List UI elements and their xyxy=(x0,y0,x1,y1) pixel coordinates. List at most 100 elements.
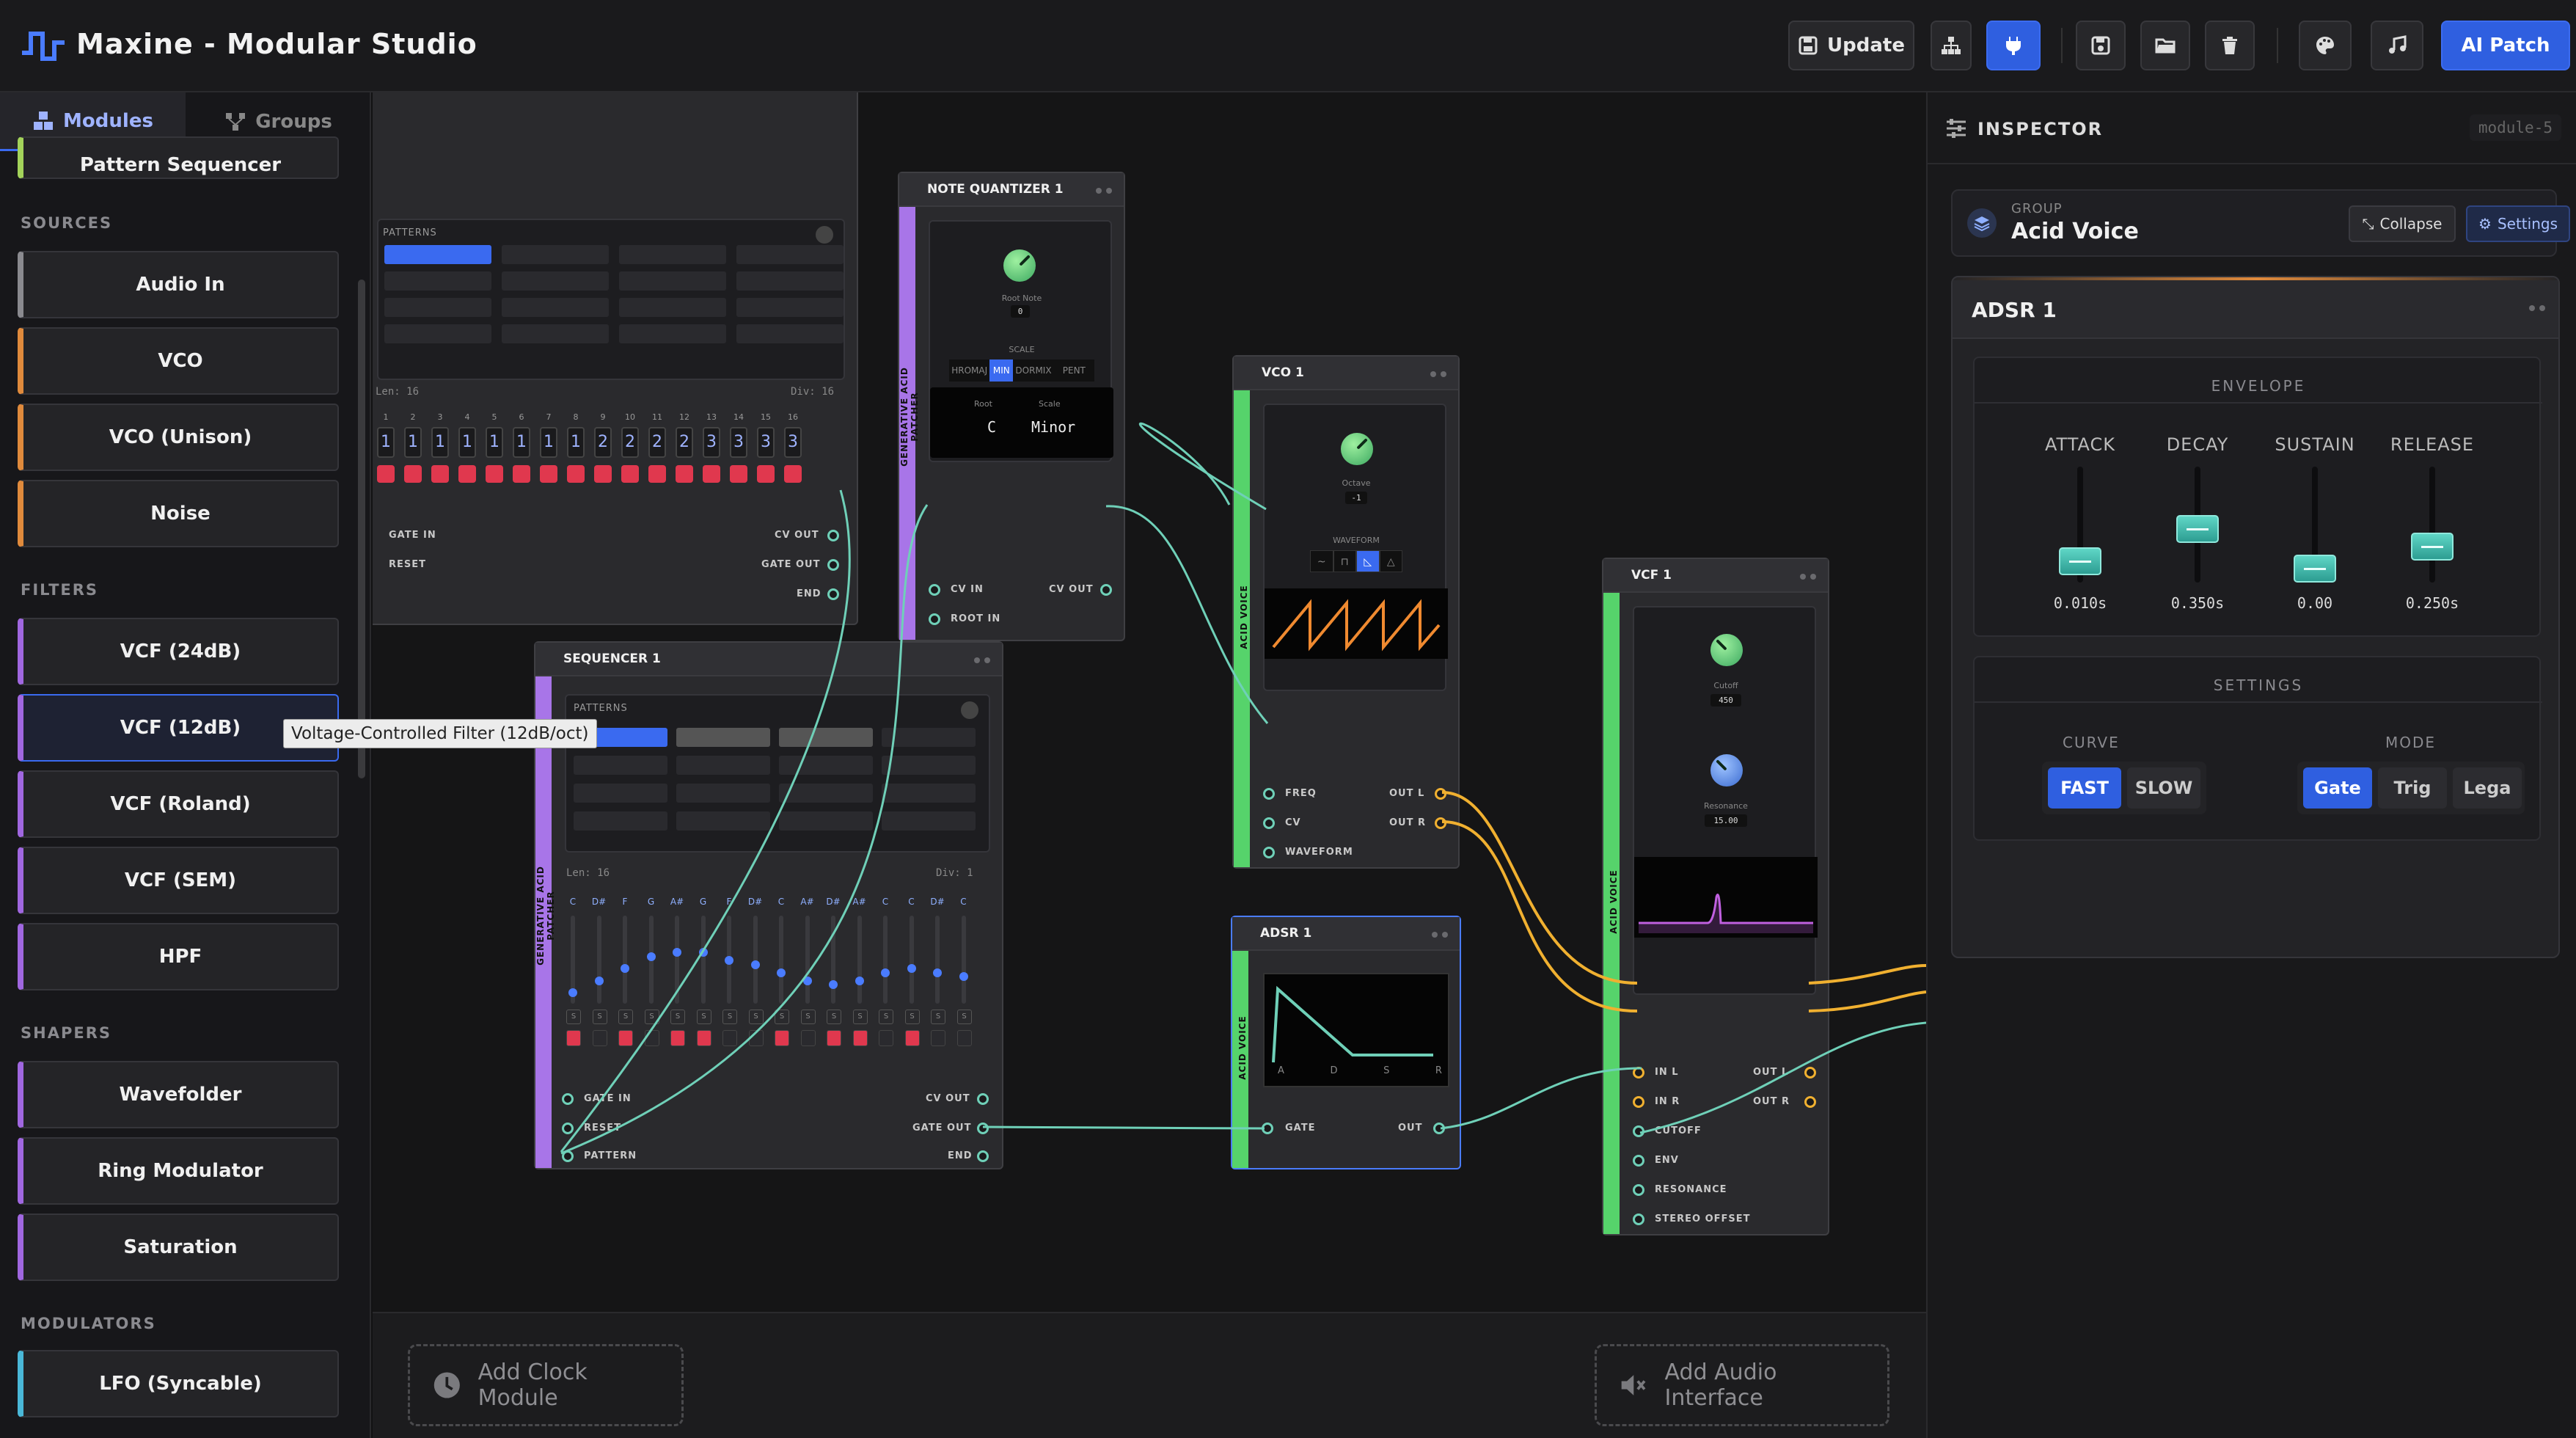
pattern-slot[interactable] xyxy=(384,245,491,264)
pattern-slot[interactable] xyxy=(619,324,726,343)
node-vco[interactable]: ACID VOICE VCO 1 Octave -1 WAVEFORM ~ ⊓ ◺ △… xyxy=(1232,355,1460,869)
cutoff-knob[interactable] xyxy=(1710,634,1743,666)
pattern-slot[interactable] xyxy=(882,728,976,747)
save-button[interactable] xyxy=(2076,21,2126,70)
node-title[interactable]: VCO 1 xyxy=(1234,357,1458,390)
theme-button[interactable] xyxy=(2299,21,2352,70)
step-gate[interactable] xyxy=(618,1030,633,1046)
step-slider-handle[interactable] xyxy=(881,968,890,977)
step-value[interactable]: 1 xyxy=(458,427,476,458)
step-gate[interactable] xyxy=(904,1030,920,1046)
step-slider-handle[interactable] xyxy=(725,956,733,965)
step-gate[interactable] xyxy=(676,465,693,483)
pattern-slot[interactable] xyxy=(882,811,976,831)
pattern-slot[interactable] xyxy=(502,298,609,317)
step-slider-handle[interactable] xyxy=(829,980,838,989)
step-slide-toggle[interactable]: S xyxy=(566,1010,581,1024)
step-slide-toggle[interactable]: S xyxy=(592,1010,607,1024)
step-value[interactable]: 1 xyxy=(567,427,585,458)
module-lfo-syncable[interactable]: LFO (Syncable) xyxy=(18,1350,339,1417)
node-menu-icon[interactable] xyxy=(1800,574,1816,580)
port-gate-out[interactable] xyxy=(977,1123,989,1134)
step-slide-toggle[interactable]: S xyxy=(904,1010,920,1024)
step-gate[interactable] xyxy=(956,1030,972,1046)
option-trig[interactable]: Trig xyxy=(2378,767,2447,809)
step-gate[interactable] xyxy=(458,465,476,483)
music-button[interactable] xyxy=(2371,21,2423,70)
step-gate[interactable] xyxy=(696,1030,711,1046)
port-pattern[interactable] xyxy=(562,1150,574,1162)
port-cv-out[interactable] xyxy=(827,530,839,541)
option-fast[interactable]: FAST xyxy=(2048,767,2121,809)
node-title[interactable]: ADSR 1 xyxy=(1232,917,1460,951)
step-gate[interactable] xyxy=(540,465,557,483)
open-button[interactable] xyxy=(2140,21,2190,70)
step-slider-handle[interactable] xyxy=(855,976,864,985)
add-audio-interface-button[interactable]: Add Audio Interface xyxy=(1595,1344,1889,1426)
scale-option[interactable]: MIN xyxy=(989,360,1014,382)
update-button[interactable]: Update xyxy=(1788,21,1914,70)
port-in-l[interactable] xyxy=(1633,1067,1644,1078)
port-cv-out[interactable] xyxy=(1100,584,1112,596)
connect-button[interactable] xyxy=(1986,21,2041,70)
ai-patch-button[interactable]: AI Patch xyxy=(2441,21,2570,70)
step-value[interactable]: 1 xyxy=(431,427,449,458)
pattern-slot[interactable] xyxy=(676,756,770,775)
step-value[interactable]: 2 xyxy=(621,427,639,458)
card-menu-icon[interactable] xyxy=(2529,305,2545,311)
step-gate[interactable] xyxy=(648,465,666,483)
module-vcf-sem[interactable]: VCF (SEM) xyxy=(18,847,339,914)
step-slider-handle[interactable] xyxy=(646,952,656,961)
waveform-option[interactable]: ~ xyxy=(1310,550,1333,572)
step-gate[interactable] xyxy=(513,465,530,483)
step-slider-handle[interactable] xyxy=(568,988,577,997)
pattern-slot[interactable] xyxy=(502,324,609,343)
port-reset[interactable] xyxy=(562,1123,574,1134)
step-gate[interactable] xyxy=(670,1030,685,1046)
step-gate[interactable] xyxy=(784,465,802,483)
module-vcf-roland[interactable]: VCF (Roland) xyxy=(18,770,339,838)
step-gate[interactable] xyxy=(566,1030,581,1046)
step-slide-toggle[interactable]: S xyxy=(931,1010,945,1024)
step-slide-toggle[interactable]: S xyxy=(800,1010,816,1024)
option-slow[interactable]: SLOW xyxy=(2127,767,2200,809)
port-cv-in[interactable] xyxy=(929,584,940,596)
pattern-slot[interactable] xyxy=(676,728,770,747)
param-fader[interactable] xyxy=(2176,515,2219,543)
step-gate[interactable] xyxy=(644,1030,659,1046)
step-gate[interactable] xyxy=(800,1030,816,1046)
step-value[interactable]: 3 xyxy=(703,427,720,458)
pattern-slot[interactable] xyxy=(502,271,609,291)
pattern-slot[interactable] xyxy=(736,324,844,343)
pattern-save-icon[interactable] xyxy=(961,701,978,719)
waveform-option[interactable]: △ xyxy=(1379,550,1402,572)
step-slide-toggle[interactable]: S xyxy=(956,1010,972,1024)
port-gate-out[interactable] xyxy=(827,559,839,571)
step-slider-handle[interactable] xyxy=(907,964,916,973)
pattern-slot[interactable] xyxy=(619,245,726,264)
waveform-selector[interactable]: ~ ⊓ ◺ △ xyxy=(1310,550,1402,572)
pattern-slot[interactable] xyxy=(574,811,667,831)
port-out-l[interactable] xyxy=(1435,788,1446,800)
port-out-l[interactable] xyxy=(1804,1067,1816,1078)
step-slide-toggle[interactable]: S xyxy=(644,1010,659,1024)
scale-selector[interactable]: HROMAJ MIN DORMIX PENT xyxy=(949,360,1094,382)
sidebar-scrollbar[interactable] xyxy=(358,280,365,778)
port-out-r[interactable] xyxy=(1804,1096,1816,1108)
step-value[interactable]: 1 xyxy=(404,427,422,458)
port-in-r[interactable] xyxy=(1633,1096,1644,1108)
step-gate[interactable] xyxy=(757,465,775,483)
step-slide-toggle[interactable]: S xyxy=(618,1010,633,1024)
step-slider-handle[interactable] xyxy=(959,972,968,981)
step-slider-handle[interactable] xyxy=(802,976,812,985)
module-audio-in[interactable]: Audio In xyxy=(18,251,339,318)
step-gate[interactable] xyxy=(879,1030,893,1046)
step-slider-handle[interactable] xyxy=(750,960,760,969)
port-waveform[interactable] xyxy=(1263,847,1275,858)
node-adsr[interactable]: ACID VOICE ADSR 1 A D S R GATE OUT xyxy=(1231,916,1461,1169)
step-slide-toggle[interactable]: S xyxy=(827,1010,841,1024)
step-gate[interactable] xyxy=(592,1030,607,1046)
pattern-slot[interactable] xyxy=(676,784,770,803)
step-value[interactable]: 1 xyxy=(486,427,503,458)
step-slide-toggle[interactable]: S xyxy=(879,1010,893,1024)
